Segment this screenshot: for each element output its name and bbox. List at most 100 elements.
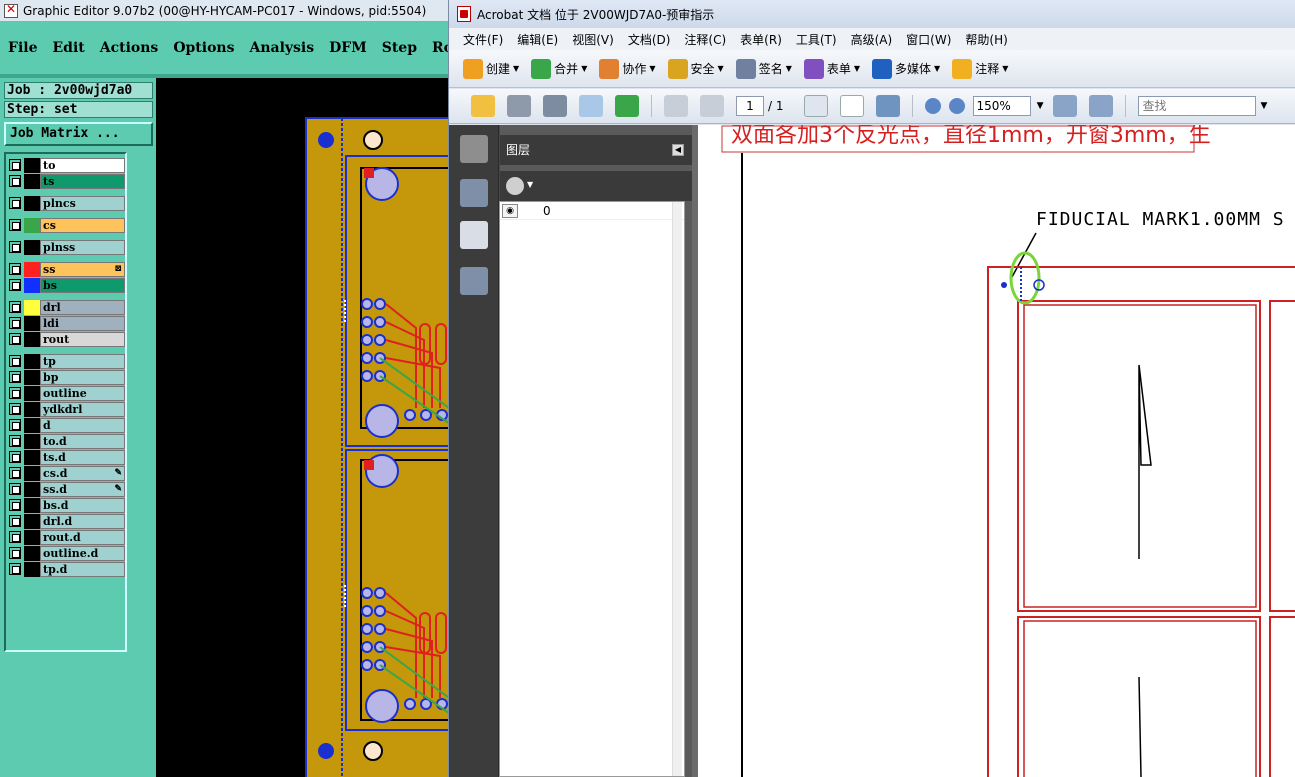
zoom-marquee-icon[interactable] — [875, 95, 900, 117]
zoom-select[interactable]: 150% ▼ — [972, 96, 1044, 116]
layer-checkbox[interactable] — [9, 451, 21, 463]
layer-color-swatch[interactable] — [24, 332, 40, 347]
hand-tool-icon[interactable] — [839, 95, 864, 117]
pages-icon[interactable] — [460, 135, 488, 163]
email-icon[interactable] — [579, 95, 603, 117]
layer-color-swatch[interactable] — [24, 386, 40, 401]
layer-checkbox[interactable] — [9, 419, 21, 431]
chevron-down-icon[interactable]: ▼ — [854, 64, 860, 73]
layer-color-swatch[interactable] — [24, 262, 40, 277]
layer-color-swatch[interactable] — [24, 218, 40, 233]
toolbar-button-collaborate[interactable]: 协作 ▼ — [599, 58, 656, 79]
layer-row[interactable]: outline — [8, 386, 125, 401]
layer-name[interactable]: rout.d — [40, 530, 125, 545]
layer-color-swatch[interactable] — [24, 196, 40, 211]
layer-name[interactable]: ts — [40, 174, 125, 189]
layer-name[interactable]: ts.d — [40, 450, 125, 465]
layer-checkbox[interactable] — [9, 387, 21, 399]
layer-row[interactable]: plncs — [8, 196, 125, 211]
toolbar-button-multimedia[interactable]: 多媒体 ▼ — [872, 58, 940, 79]
layer-row[interactable]: bs.d — [8, 498, 125, 513]
layer-color-swatch[interactable] — [24, 546, 40, 561]
layer-name[interactable]: plncs — [40, 196, 125, 211]
layer-name[interactable]: cs.d ✎ — [40, 466, 125, 481]
layer-row[interactable]: ss.d ✎ — [8, 482, 125, 497]
layer-color-swatch[interactable] — [24, 562, 40, 577]
layer-name[interactable]: drl — [40, 300, 125, 315]
layer-name[interactable]: outline.d — [40, 546, 125, 561]
menu-view[interactable]: 视图(V) — [572, 31, 614, 48]
layer-row[interactable]: tp.d — [8, 562, 125, 577]
layer-checkbox[interactable] — [9, 499, 21, 511]
zoom-out-icon[interactable] — [924, 98, 941, 114]
menu-forms[interactable]: 表单(R) — [740, 31, 782, 48]
layer-row[interactable]: ss ⊠ — [8, 262, 125, 277]
layer-color-swatch[interactable] — [24, 434, 40, 449]
layer-checkbox[interactable] — [9, 241, 21, 253]
menu-help[interactable]: 帮助(H) — [965, 31, 1007, 48]
chevron-down-icon[interactable]: ▼ — [934, 64, 940, 73]
page-down-icon[interactable] — [700, 95, 724, 117]
layer-checkbox[interactable] — [9, 317, 21, 329]
menu-analysis[interactable]: Analysis — [249, 40, 314, 56]
layer-color-swatch[interactable] — [24, 158, 40, 173]
chevron-down-icon[interactable]: ▼ — [581, 64, 587, 73]
page-number-input[interactable] — [736, 96, 764, 116]
layer-color-swatch[interactable] — [24, 278, 40, 293]
layer-checkbox[interactable] — [9, 515, 21, 527]
menu-document[interactable]: 文档(D) — [628, 31, 671, 48]
fit-width-icon[interactable] — [1052, 95, 1077, 117]
gear-icon[interactable] — [506, 177, 524, 195]
chevron-down-icon[interactable]: ▼ — [786, 64, 792, 73]
toolbar-button-form[interactable]: 表单 ▼ — [803, 58, 860, 79]
layer-row[interactable]: to — [8, 158, 125, 173]
layer-checkbox[interactable] — [9, 279, 21, 291]
page-up-icon[interactable] — [664, 95, 688, 117]
chevron-down-icon[interactable]: ▼ — [1037, 97, 1044, 115]
menu-window[interactable]: 窗口(W) — [906, 31, 951, 48]
layer-row[interactable]: ts — [8, 174, 125, 189]
layer-checkbox[interactable] — [9, 175, 21, 187]
chevron-down-icon[interactable]: ▼ — [1261, 101, 1268, 111]
layer-name[interactable]: d — [40, 418, 125, 433]
layer-checkbox[interactable] — [9, 435, 21, 447]
layer-checkbox[interactable] — [9, 159, 21, 171]
fit-page-icon[interactable] — [1088, 95, 1113, 117]
menu-step[interactable]: Step — [382, 40, 417, 56]
menu-dfm[interactable]: DFM — [329, 40, 367, 56]
menu-advanced[interactable]: 高级(A) — [851, 31, 893, 48]
layer-color-swatch[interactable] — [24, 240, 40, 255]
collapse-icon[interactable]: ◀ — [672, 144, 684, 156]
layer-checkbox[interactable] — [9, 403, 21, 415]
toolbar-button-comment[interactable]: 注释 ▼ — [952, 58, 1008, 79]
menu-file[interactable]: 文件(F) — [463, 31, 503, 48]
layer-name[interactable]: bs.d — [40, 498, 125, 513]
layer-row[interactable]: outline.d — [8, 546, 125, 561]
menu-file[interactable]: File — [8, 40, 37, 56]
layer-row[interactable]: tp — [8, 354, 125, 369]
layer-name[interactable]: tp.d — [40, 562, 125, 577]
layer-row[interactable]: ts.d — [8, 450, 125, 465]
layer-row[interactable]: d — [8, 418, 125, 433]
layer-checkbox[interactable] — [9, 263, 21, 275]
acrobat-titlebar[interactable]: Acrobat 文档 位于 2V00WJD7A0-预审指示 — [449, 0, 1295, 28]
pcb-canvas[interactable] — [156, 78, 460, 777]
layer-name[interactable]: ss ⊠ — [40, 262, 125, 277]
find-input[interactable]: 查找 — [1137, 96, 1256, 116]
toolbar-button-combine[interactable]: 合并 ▼ — [531, 58, 587, 79]
scrollbar[interactable] — [672, 202, 682, 776]
signatures-icon[interactable] — [460, 267, 488, 295]
toolbar-button-create[interactable]: 创建 ▼ — [463, 58, 519, 79]
layer-checkbox[interactable] — [9, 355, 21, 367]
layer-name[interactable]: to — [40, 158, 125, 173]
layer-name[interactable]: to.d — [40, 434, 125, 449]
layer-color-swatch[interactable] — [24, 402, 40, 417]
layer-checkbox[interactable] — [9, 531, 21, 543]
job-matrix-button[interactable]: Job Matrix ... — [4, 122, 153, 146]
layer-name[interactable]: ss.d ✎ — [40, 482, 125, 497]
select-text-icon[interactable] — [803, 95, 828, 117]
layer-color-swatch[interactable] — [24, 418, 40, 433]
layer-color-swatch[interactable] — [24, 450, 40, 465]
layer-checkbox[interactable] — [9, 197, 21, 209]
layer-name[interactable]: tp — [40, 354, 125, 369]
